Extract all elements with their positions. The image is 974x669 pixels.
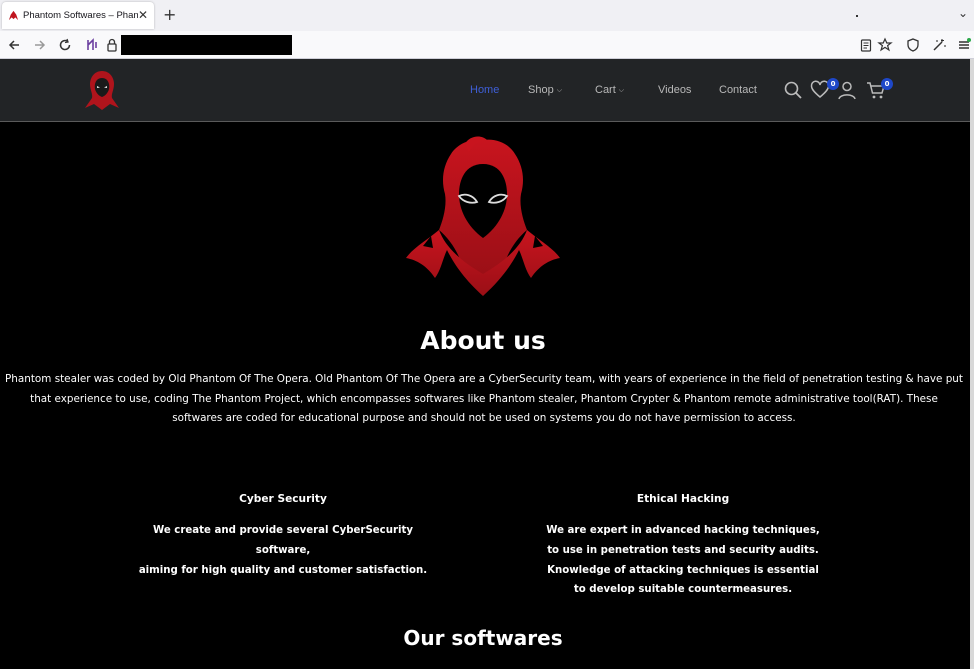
reload-icon[interactable] [57,37,73,53]
chevron-down-icon: ⌵ [618,87,625,94]
phantom-logo-icon[interactable] [80,68,124,112]
new-tab-button[interactable]: + [163,6,176,24]
feature-text-line: to use in penetration tests and security… [547,544,819,556]
back-icon[interactable] [6,37,22,53]
feature-title: Ethical Hacking [636,493,730,505]
about-description: Phantom stealer was coded by Old Phantom… [5,373,963,425]
url-field-redacted[interactable] [121,35,292,55]
shield-icon[interactable] [905,37,921,53]
search-icon[interactable] [783,80,803,100]
tab-close-icon[interactable]: ✕ [138,8,148,22]
feature-text-line: Knowledge of attacking techniques is ess… [547,564,819,576]
phantom-hooded-figure-logo [406,136,560,296]
feature-text-line: aiming for high quality and customer sat… [138,564,428,576]
browser-navigation-bar [0,31,974,59]
browser-tab[interactable]: Phantom Softwares – Phantom ✕ [2,2,154,29]
reader-view-icon[interactable] [858,37,874,53]
user-account-icon[interactable] [837,80,857,100]
bookmark-star-icon[interactable] [877,37,893,53]
magic-wand-icon[interactable] [931,37,947,53]
nav-shop-label: Shop [528,84,554,96]
browser-tab-bar: Phantom Softwares – Phantom ✕ + ⌄ [0,0,974,31]
chevron-down-icon: ⌵ [556,87,563,94]
extension-icon[interactable] [84,37,100,53]
site-favicon-icon [8,10,19,21]
menu-icon[interactable] [956,37,972,53]
nav-shop[interactable]: Shop ⌵ [528,84,562,96]
lock-icon[interactable] [104,37,120,53]
nav-cart[interactable]: Cart ⌵ [595,84,624,96]
status-dot [856,15,858,17]
forward-icon[interactable] [32,37,48,53]
tab-title: Phantom Softwares – Phantom [23,10,138,21]
scrollbar[interactable] [970,59,974,669]
about-title: About us [420,326,546,355]
feature-text-line: We are expert in advanced hacking techni… [546,525,820,536]
our-softwares-title: Our softwares [403,626,563,650]
nav-contact[interactable]: Contact [719,84,757,96]
tab-list-chevron-icon[interactable]: ⌄ [958,6,968,20]
feature-text-line: to develop suitable countermeasures. [573,584,793,596]
nav-videos[interactable]: Videos [658,84,691,96]
cart-count-badge: 0 [881,78,893,90]
nav-home[interactable]: Home [470,84,499,96]
feature-text-line: We create and provide several CyberSecur… [152,525,414,556]
feature-ethical-hacking: Ethical Hacking We are expert in advance… [533,493,833,600]
feature-cyber-security: Cyber Security We create and provide sev… [133,493,433,580]
feature-title: Cyber Security [239,493,327,505]
nav-cart-label: Cart [595,84,616,96]
